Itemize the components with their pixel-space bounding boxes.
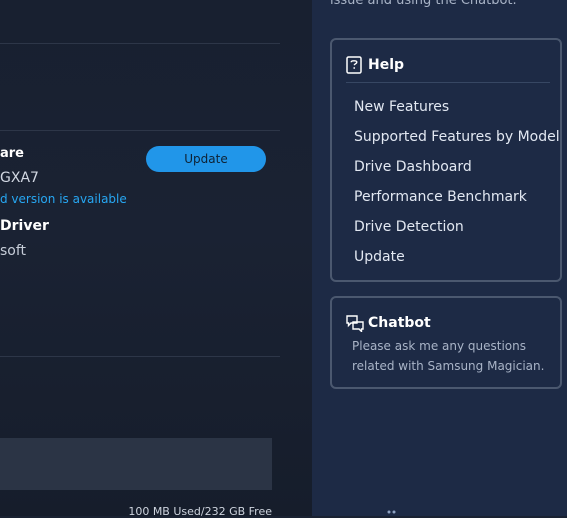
help-title: Help xyxy=(368,57,405,73)
driver-vendor: soft xyxy=(0,243,27,259)
section-divider xyxy=(0,130,280,131)
storage-usage-bar xyxy=(0,438,272,490)
help-link-update[interactable]: Update xyxy=(354,247,560,277)
firmware-update-available-link[interactable]: d version is available xyxy=(0,192,127,206)
help-divider xyxy=(346,82,550,83)
help-link-drive-detection[interactable]: Drive Detection xyxy=(354,217,560,247)
help-link-new-features[interactable]: New Features xyxy=(354,97,560,127)
lower-divider xyxy=(0,356,280,357)
help-links: New Features Supported Features by Model… xyxy=(354,97,560,277)
help-card: Help New Features Supported Features by … xyxy=(330,38,562,282)
help-book-icon xyxy=(346,56,362,74)
chatbot-title: Chatbot xyxy=(368,315,431,331)
driver-title: Driver xyxy=(0,218,49,234)
scroll-indicator xyxy=(387,510,396,514)
help-link-performance-benchmark[interactable]: Performance Benchmark xyxy=(354,187,560,217)
chatbot-description: Please ask me any questions related with… xyxy=(352,339,545,373)
chatbot-card[interactable]: Chatbot Please ask me any questions rela… xyxy=(330,296,562,389)
chatbot-header: Chatbot xyxy=(346,312,431,334)
firmware-update-button[interactable]: Update xyxy=(146,146,266,172)
main-panel: are GXA7 d version is available Update D… xyxy=(0,0,312,516)
chat-bubbles-icon xyxy=(346,314,364,334)
storage-usage-text: 100 MB Used/232 GB Free xyxy=(128,505,272,518)
firmware-title: are xyxy=(0,146,25,161)
help-header: Help xyxy=(346,54,404,76)
help-link-supported-features[interactable]: Supported Features by Model xyxy=(354,127,560,157)
chatbot-intro-text: issue and using the Chatbot. xyxy=(330,0,517,8)
top-divider xyxy=(0,43,280,44)
help-link-drive-dashboard[interactable]: Drive Dashboard xyxy=(354,157,560,187)
firmware-version: GXA7 xyxy=(0,170,39,186)
